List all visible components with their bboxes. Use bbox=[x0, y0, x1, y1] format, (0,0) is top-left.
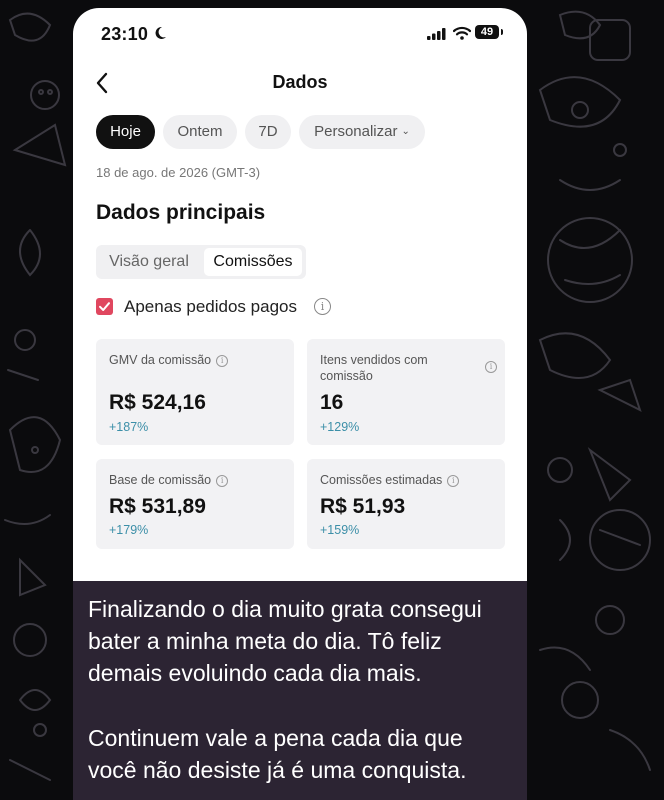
paid-only-label: Apenas pedidos pagos bbox=[124, 297, 297, 316]
metric-value: 16 bbox=[320, 391, 344, 414]
chevron-down-icon: ⌄ bbox=[401, 126, 410, 137]
chip-today[interactable]: Hoje bbox=[96, 115, 155, 149]
caption-line: Finalizando o dia muito grata consegui bbox=[88, 596, 482, 622]
caption-line: bater a minha meta do dia. Tô feliz bbox=[88, 628, 442, 654]
moon-icon bbox=[155, 26, 166, 39]
metric-label: Comissões estimadas i bbox=[320, 472, 460, 488]
caption-line: você não desiste já é uma conquista. bbox=[88, 757, 467, 783]
caption-line: Continuem vale a pena cada dia que bbox=[88, 725, 463, 751]
data-tabs: Visão geral Comissões bbox=[96, 245, 306, 279]
chip-custom-label: Personalizar bbox=[314, 123, 398, 140]
info-icon: i bbox=[485, 361, 497, 373]
page-title: Dados bbox=[272, 72, 328, 92]
battery-icon: 49 bbox=[475, 25, 499, 39]
metric-change: +187% bbox=[109, 420, 149, 434]
status-bar: 23:10 49 bbox=[73, 8, 527, 60]
metric-value: R$ 531,89 bbox=[109, 495, 206, 518]
battery-tip bbox=[501, 29, 503, 35]
story-caption: Finalizando o dia muito grata consegui b… bbox=[73, 581, 527, 800]
tab-overview[interactable]: Visão geral bbox=[96, 245, 202, 279]
tab-commissions[interactable]: Comissões bbox=[204, 248, 302, 276]
caption-line: demais evoluindo cada dia mais. bbox=[88, 660, 422, 686]
metric-change: +179% bbox=[109, 523, 149, 537]
info-icon[interactable]: i bbox=[314, 298, 331, 315]
chip-custom[interactable]: Personalizar ⌄ bbox=[299, 115, 425, 149]
metric-label: GMV da comissão i bbox=[109, 352, 229, 368]
info-icon: i bbox=[216, 355, 229, 367]
cellular-signal-icon bbox=[427, 28, 446, 40]
checkmark-icon bbox=[99, 302, 110, 311]
chip-yesterday[interactable]: Ontem bbox=[163, 115, 237, 149]
section-title: Dados principais bbox=[96, 201, 266, 224]
metric-card-estimated-commissions[interactable]: Comissões estimadas i R$ 51,93 +159% bbox=[307, 459, 505, 549]
info-icon: i bbox=[447, 475, 460, 487]
metric-change: +159% bbox=[320, 523, 360, 537]
paid-only-checkbox[interactable] bbox=[96, 298, 113, 315]
wifi-icon bbox=[453, 26, 471, 40]
metric-card-items-sold[interactable]: Itens vendidos com comissão i 16 +129% bbox=[307, 339, 505, 445]
chip-7d[interactable]: 7D bbox=[245, 115, 291, 149]
status-time: 23:10 bbox=[101, 24, 149, 44]
metric-value: R$ 51,93 bbox=[320, 495, 406, 518]
metric-card-gmv[interactable]: GMV da comissão i R$ 524,16 +187% bbox=[96, 339, 294, 445]
metric-card-commission-base[interactable]: Base de comissão i R$ 531,89 +179% bbox=[96, 459, 294, 549]
metric-value: R$ 524,16 bbox=[109, 391, 206, 414]
metric-label: Base de comissão i bbox=[109, 472, 229, 488]
date-range-label: 18 de ago. de 2026 (GMT-3) bbox=[96, 165, 261, 180]
phone-screen: 23:10 49 Dados Hoje Ontem 7D Personaliza… bbox=[73, 8, 527, 608]
info-icon: i bbox=[216, 475, 229, 487]
metric-change: +129% bbox=[320, 420, 360, 434]
metric-label: Itens vendidos com comissão bbox=[320, 353, 428, 383]
